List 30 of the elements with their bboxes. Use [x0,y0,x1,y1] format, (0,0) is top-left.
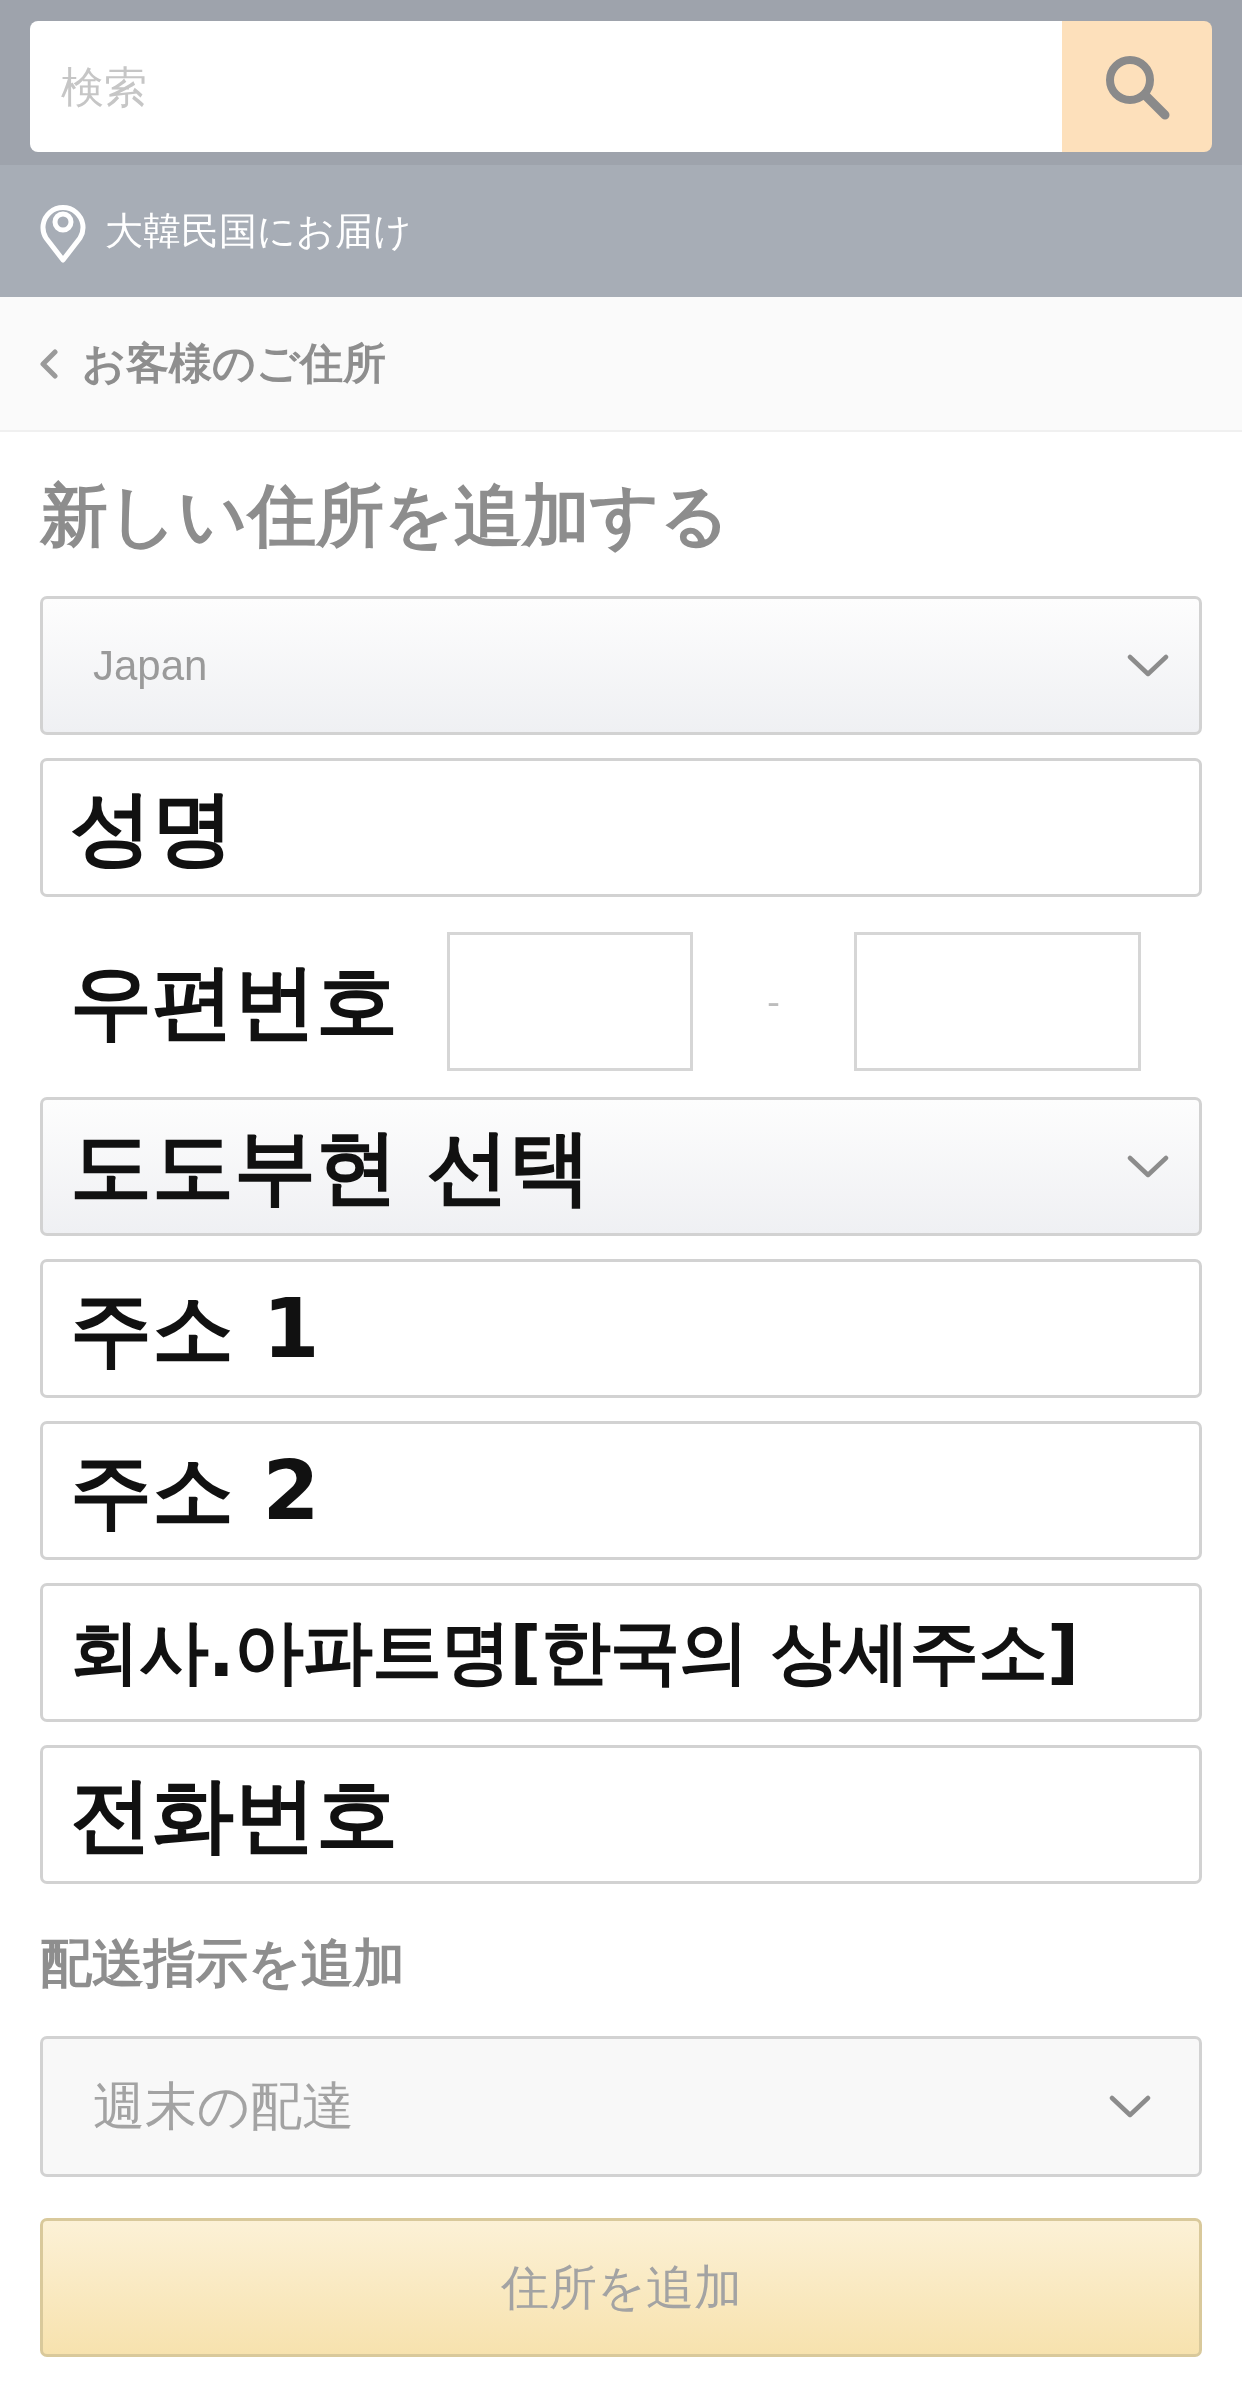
handwritten-annotation: 전화번호 [70,1771,398,1858]
phone-number-field[interactable] [40,1745,1202,1884]
address-line-field[interactable] [40,1259,1202,1398]
search-button[interactable] [1062,21,1212,152]
handwritten-annotation: 도도부현 선택 [70,1123,591,1210]
company-apartment-field[interactable] [40,1583,1202,1722]
search-field[interactable]: 検索 [30,21,1062,152]
prefecture-select[interactable] [40,1097,1202,1236]
postal-code-field[interactable] [854,932,1141,1071]
delivery-option-select[interactable]: 週末の配達 [40,2036,1202,2177]
country-select[interactable]: Japan [40,596,1202,735]
delivery-location-bar[interactable]: 大韓民国にお届け [0,165,1242,297]
chevron-down-icon [1127,653,1169,678]
chevron-down-icon [1109,2094,1151,2119]
full-name-field[interactable] [40,758,1202,897]
chevron-down-icon [1127,1154,1169,1179]
handwritten-annotation: 성명 [70,784,234,871]
handwritten-annotation: 우편번호 [70,958,398,1045]
handwritten-annotation: 주소 1 [70,1285,320,1372]
add-address-button[interactable]: 住所を追加 [40,2218,1202,2357]
postal-code-field[interactable] [447,932,693,1071]
handwritten-annotation: 주소 2 [70,1447,320,1534]
back-link[interactable]: お客様のご住所 [40,334,386,393]
delivery-location-text: 大韓民国にお届け [105,207,412,255]
delivery-instructions-label: 配送指示を追加 [40,1932,406,1995]
address-line-field[interactable] [40,1421,1202,1560]
handwritten-annotation: 회사.아파트명[한국의 상세주소] [70,1615,1078,1690]
page-heading: 新しい住所を追加する [40,475,731,557]
chevron-left-icon [40,348,58,379]
dash-separator: - [767,981,780,1022]
